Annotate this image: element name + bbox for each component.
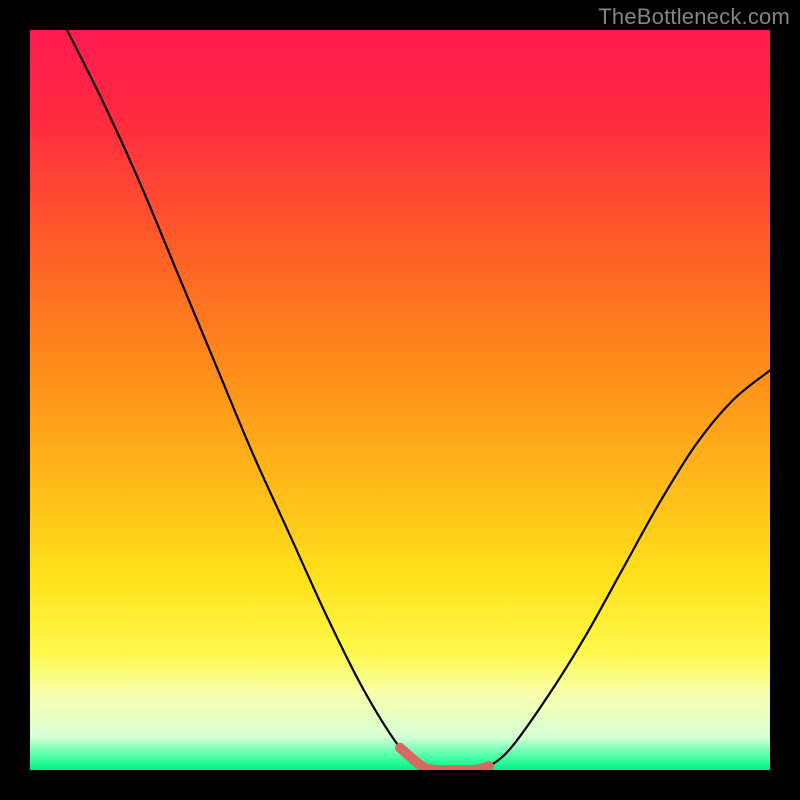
curve-layer: [30, 30, 770, 770]
curve-right-branch: [474, 370, 770, 770]
highlight-segment: [400, 748, 489, 770]
chart-frame: TheBottleneck.com: [0, 0, 800, 800]
plot-area: [30, 30, 770, 770]
watermark-text: TheBottleneck.com: [598, 4, 790, 30]
curve-left-branch: [67, 30, 437, 770]
